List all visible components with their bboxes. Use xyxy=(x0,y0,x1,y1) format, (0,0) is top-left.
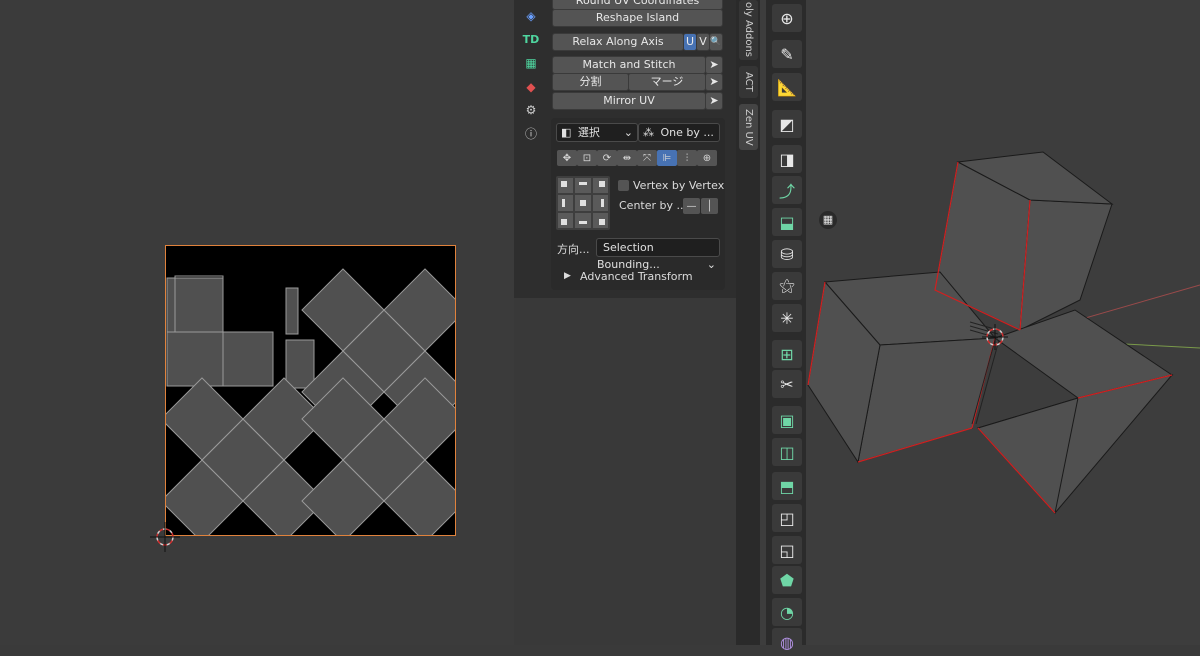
tab-addons[interactable]: oly Addons xyxy=(739,0,758,60)
cursor-pick-icon[interactable]: ➤ xyxy=(705,73,723,91)
to-sphere-icon[interactable]: ◔ xyxy=(772,598,802,626)
match-stitch-button[interactable]: Match and Stitch xyxy=(552,56,706,74)
vertex-slide-icon[interactable]: ◱ xyxy=(772,536,802,564)
split-button[interactable]: 分割 xyxy=(552,73,629,91)
uv-islands xyxy=(160,268,467,543)
uv-canvas[interactable] xyxy=(160,245,467,543)
randomize-icon[interactable]: ⬟ xyxy=(772,566,802,594)
spin-icon[interactable]: ⊞ xyxy=(772,340,802,368)
horizontal-center-icon[interactable]: — xyxy=(683,198,700,214)
layers-icon[interactable]: ◈ xyxy=(521,7,541,25)
uv-island xyxy=(285,339,315,389)
smooth-icon[interactable]: ✂ xyxy=(772,370,802,398)
select-mode-label: 選択 xyxy=(577,126,600,139)
td-icon[interactable]: TD xyxy=(521,31,541,49)
nodes-icon: ⁂ xyxy=(643,126,654,139)
cursor-pick-icon[interactable]: ➤ xyxy=(705,56,723,74)
reshape-island-button[interactable]: Reshape Island xyxy=(552,9,723,27)
knife-icon[interactable]: ⚝ xyxy=(772,272,802,300)
shear-icon[interactable]: ⬒ xyxy=(772,472,802,500)
relax-along-axis-button[interactable]: Relax Along Axis xyxy=(552,33,684,51)
cursor-2d-icon[interactable] xyxy=(150,522,180,552)
relax-v-toggle[interactable]: V xyxy=(696,33,710,51)
mesh-view xyxy=(807,151,1200,515)
annotate-icon[interactable]: ✎ xyxy=(772,40,802,68)
rotate-icon[interactable]: ⟳ xyxy=(597,150,617,166)
shrink-icon[interactable]: ◫ xyxy=(772,438,802,466)
help-icon[interactable]: ⓘ xyxy=(521,125,541,143)
checker-icon[interactable]: ▦ xyxy=(819,211,837,229)
vertex-by-vertex-label: Vertex by Vertex xyxy=(633,179,725,192)
cube-paint-icon[interactable]: ◆ xyxy=(521,78,541,96)
loop-cut-icon[interactable]: ⛁ xyxy=(772,240,802,268)
uv-island xyxy=(222,331,274,387)
pivot-grid[interactable] xyxy=(556,176,610,230)
gear-icon[interactable]: ⚙ xyxy=(521,101,541,119)
mirror-uv-button[interactable]: Mirror UV xyxy=(552,92,706,110)
cursor-pick-icon[interactable]: ➤ xyxy=(705,92,723,110)
panel-empty-area xyxy=(514,298,736,645)
move-icon[interactable]: ✥ xyxy=(557,150,577,166)
vertical-center-icon[interactable]: │ xyxy=(701,198,718,214)
3d-viewport[interactable] xyxy=(760,0,1200,645)
one-by-label: One by ... xyxy=(660,126,714,139)
align-icon[interactable]: ⊫ xyxy=(657,150,677,166)
uv-island xyxy=(166,331,224,387)
selection-bounding-dropdown[interactable]: Selection Bounding... ⌄ xyxy=(596,238,720,271)
vertex-by-vertex-checkbox[interactable] xyxy=(618,180,629,191)
flip-icon[interactable]: ⇹ xyxy=(617,150,637,166)
measure-icon[interactable]: 📐 xyxy=(772,73,802,101)
center-icon[interactable]: ⊕ xyxy=(697,150,717,166)
transform-icon[interactable]: ⊕ xyxy=(772,4,802,32)
one-by-dropdown[interactable]: ⁂ One by ... ⌄ xyxy=(638,123,720,156)
relax-u-toggle[interactable]: U xyxy=(683,33,697,51)
square-icon: ◧ xyxy=(561,126,572,139)
selection-bounding-label: Selection Bounding... xyxy=(597,241,660,271)
distribute-icon[interactable]: ⫶ xyxy=(677,150,697,166)
edge-slide-icon[interactable]: ▣ xyxy=(772,406,802,434)
extrude-icon[interactable]: ◨ xyxy=(772,145,802,173)
chevron-down-icon: ⌄ xyxy=(706,258,716,271)
center-by-label: Center by ... xyxy=(619,199,687,212)
add-cube-icon[interactable]: ◩ xyxy=(772,110,802,138)
expand-arrow-icon[interactable]: ▶ xyxy=(564,271,571,281)
scale-icon[interactable]: ⊡ xyxy=(577,150,597,166)
sphere-icon[interactable]: ◍ xyxy=(772,628,802,656)
tab-act[interactable]: ACT xyxy=(739,66,758,98)
rip-icon[interactable]: ◰ xyxy=(772,504,802,532)
chevron-down-icon: ⌄ xyxy=(623,126,633,139)
fit-icon[interactable]: ⤧ xyxy=(637,150,657,166)
poly-build-icon[interactable]: ✳ xyxy=(772,304,802,332)
uv-island xyxy=(285,287,299,335)
bevel-icon[interactable]: ⬓ xyxy=(772,208,802,236)
advanced-transform-header[interactable]: Advanced Transform xyxy=(580,270,693,283)
checker-icon[interactable]: ▦ xyxy=(521,54,541,72)
inset-icon[interactable]: ⤴ xyxy=(772,176,802,204)
direction-label: 方向... xyxy=(557,243,590,256)
select-mode-dropdown[interactable]: ◧ 選択 ⌄ xyxy=(556,123,638,142)
merge-button[interactable]: マージ xyxy=(628,73,706,91)
cursor-3d-icon[interactable] xyxy=(982,324,1008,350)
tab-zen-uv[interactable]: Zen UV xyxy=(739,104,758,150)
search-icon[interactable]: 🔍 xyxy=(709,33,723,51)
